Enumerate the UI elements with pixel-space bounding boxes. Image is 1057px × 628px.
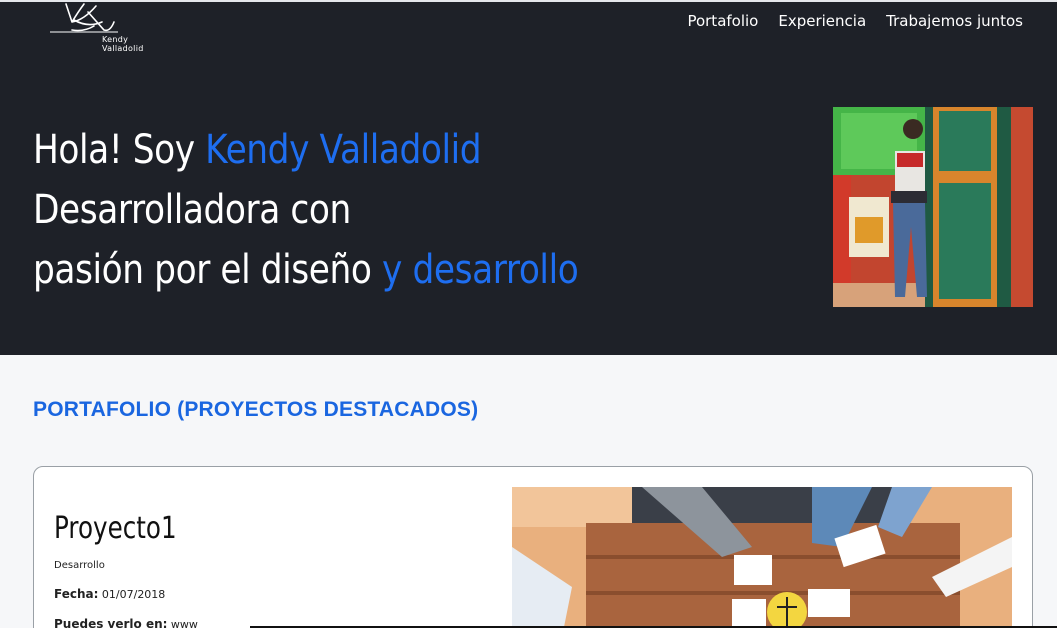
headline-line-1: Hola! Soy Kendy Valladolid [33, 120, 578, 180]
nav-trabajemos-juntos[interactable]: Trabajemos juntos [886, 12, 1023, 30]
project-link-row: Puedes verlo en: www [54, 617, 198, 628]
logo[interactable]: Kendy Valladolid [44, 2, 143, 53]
portfolio-section-title: PORTAFOLIO (PROYECTOS DESTACADOS) [33, 398, 479, 421]
project-date: Fecha: 01/07/2018 [54, 587, 165, 601]
profile-photo [833, 107, 1033, 307]
top-nav: Portafolio Experiencia Trabajemos juntos [687, 12, 1023, 30]
project-image [512, 487, 1012, 628]
hero-headline: Hola! Soy Kendy Valladolid Desarrollador… [33, 120, 579, 300]
headline-line-2: Desarrolladora con [33, 187, 351, 233]
project-link[interactable]: www [171, 618, 198, 628]
date-label: Fecha: [54, 587, 99, 601]
hero-section: Kendy Valladolid Portafolio Experiencia … [0, 0, 1057, 355]
logo-text: Kendy Valladolid [102, 35, 144, 53]
nav-portafolio[interactable]: Portafolio [687, 12, 758, 30]
link-label: Puedes verlo en: [54, 617, 168, 628]
headline-line-3: pasión por el diseño y desarrollo [33, 240, 579, 300]
project-category: Desarrollo [54, 560, 105, 571]
project-title: Proyecto1 [54, 511, 177, 546]
project-card[interactable]: Proyecto1 Desarrollo Fecha: 01/07/2018 P… [33, 466, 1033, 628]
nav-experiencia[interactable]: Experiencia [778, 12, 866, 30]
headline-name: Kendy Valladolid [205, 127, 482, 173]
headline-development: y desarrollo [382, 247, 579, 293]
headline-greeting: Hola! Soy [33, 127, 206, 173]
headline-passion: pasión por el diseño [33, 247, 383, 293]
date-value: 01/07/2018 [101, 588, 166, 601]
